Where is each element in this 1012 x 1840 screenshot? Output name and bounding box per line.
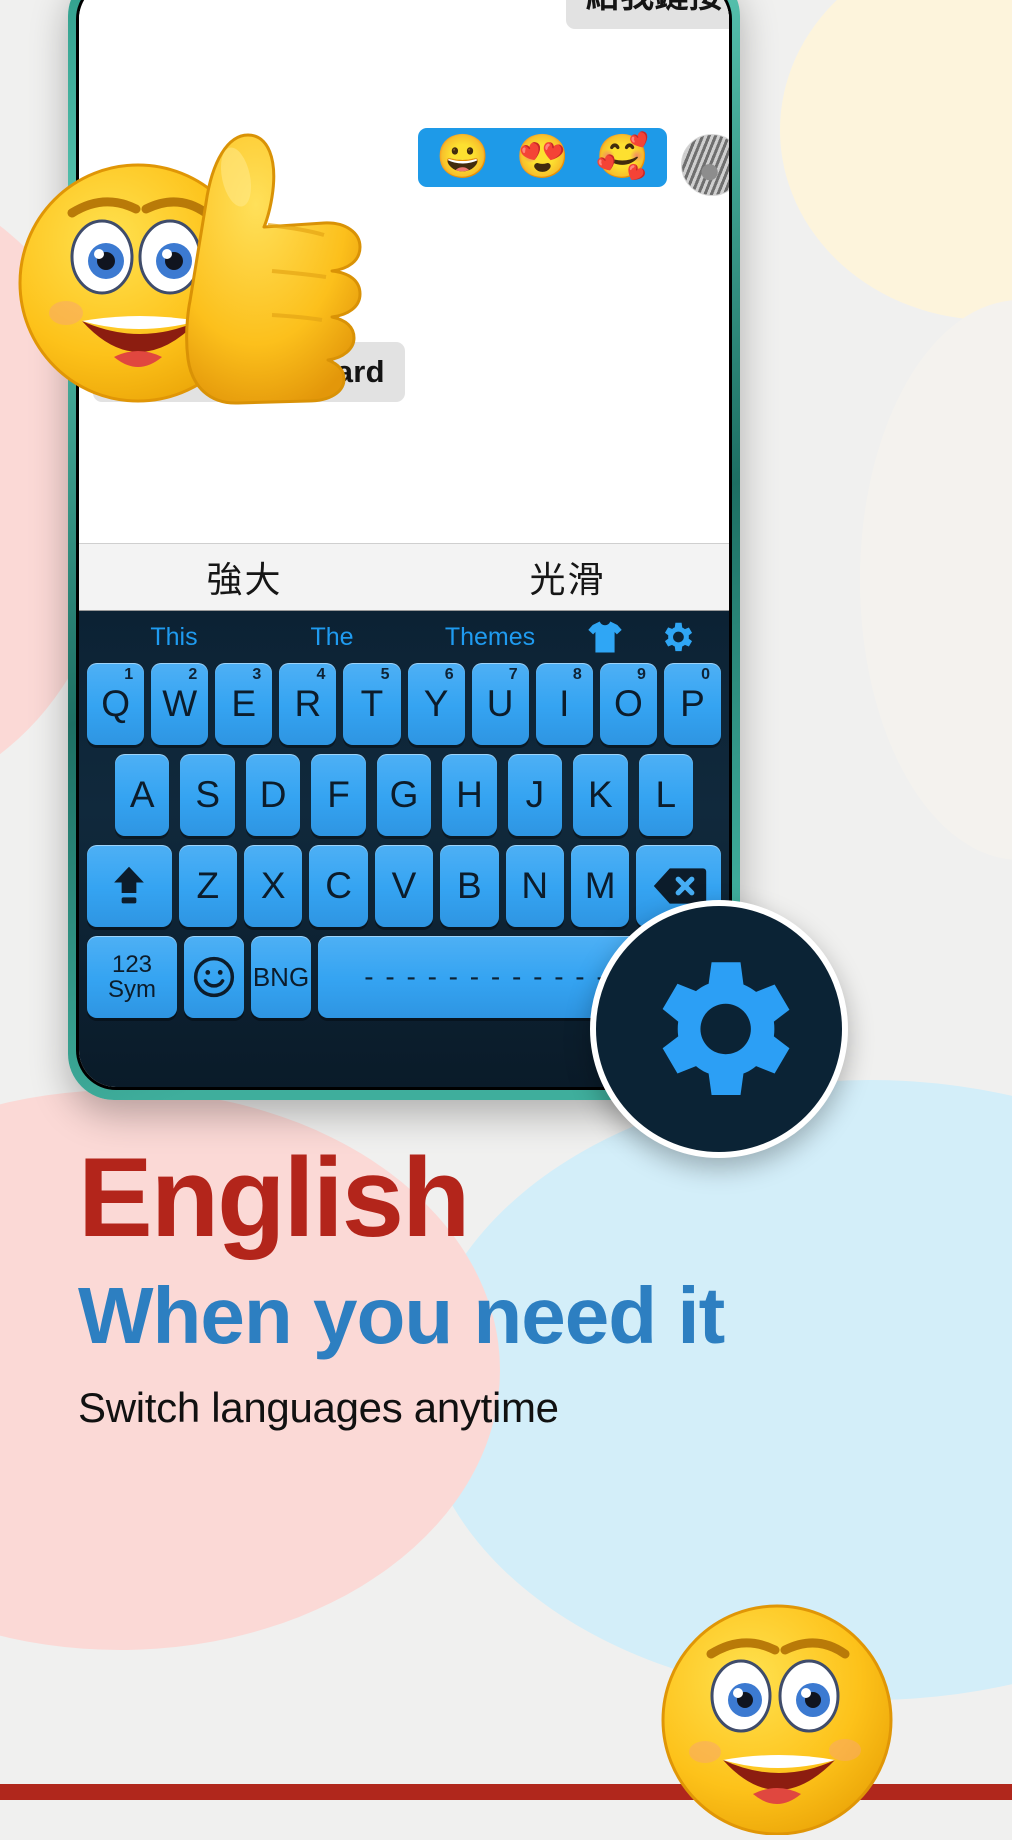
promo-copy: English When you need it Switch language…	[78, 1142, 938, 1432]
key-v[interactable]: V	[374, 845, 434, 927]
key-b[interactable]: B	[440, 845, 499, 927]
shift-icon	[114, 866, 145, 904]
key-h[interactable]: H	[442, 754, 497, 836]
key-label: E	[231, 683, 257, 724]
gear-icon	[662, 962, 790, 1096]
key-label: P	[680, 683, 705, 724]
key-e[interactable]: 3E	[215, 663, 273, 745]
key-t[interactable]: 5T	[343, 663, 401, 745]
key-sup-0: 0	[701, 666, 710, 683]
thumbs-up-emoji-mascot	[10, 85, 380, 430]
key-sup-5: 5	[380, 666, 390, 683]
key-y[interactable]: 6Y	[407, 663, 465, 745]
key-o[interactable]: 9O	[599, 663, 657, 745]
key-label: Q	[101, 683, 130, 724]
key-q[interactable]: 1Q	[87, 663, 145, 745]
heart-eyes-face-icon: 😍	[515, 133, 570, 181]
key-symbols-line2: Sym	[108, 976, 156, 1003]
key-s[interactable]: S	[180, 754, 235, 836]
settings-badge[interactable]	[590, 900, 848, 1158]
smiling-emoji-mascot	[645, 1570, 910, 1836]
key-sup-3: 3	[252, 666, 262, 683]
promo-headline-secondary: When you need it	[78, 1271, 725, 1360]
toolbar-word-1[interactable]: This	[95, 623, 253, 652]
key-w[interactable]: 2W	[151, 663, 209, 745]
avatar[interactable]	[681, 134, 729, 196]
toolbar-word-3[interactable]: Themes	[411, 623, 569, 652]
key-l[interactable]: L	[638, 754, 693, 836]
key-sup-1: 1	[124, 666, 134, 683]
key-sup-8: 8	[572, 666, 582, 683]
grinning-face-icon: 😀	[436, 133, 490, 181]
key-sup-2: 2	[188, 666, 198, 683]
suggestion-item-1[interactable]: 強大	[83, 551, 406, 603]
key-c[interactable]: C	[309, 845, 368, 927]
key-sup-6: 6	[444, 666, 454, 683]
keyboard-toolbar: This The Themes	[85, 611, 723, 663]
smiling-face-with-hearts-icon: 🥰	[595, 133, 649, 181]
backspace-icon	[653, 868, 706, 904]
chat-bubble-cn-link[interactable]: 給我鏈接	[565, 0, 729, 29]
key-label: R	[294, 683, 322, 724]
key-label: T	[360, 683, 384, 724]
keyboard-row-3: Z X C V B N M	[85, 845, 723, 927]
chat-message-row: 給我鏈接	[93, 0, 729, 29]
suggestion-item-2[interactable]: 光滑	[406, 551, 729, 603]
key-label: Y	[423, 683, 449, 724]
key-u[interactable]: 7U	[471, 663, 529, 745]
key-emoji[interactable]	[184, 936, 244, 1018]
key-r[interactable]: 4R	[279, 663, 337, 745]
keyboard-row-2: A S D F G H J K L	[85, 754, 723, 836]
key-symbols[interactable]: 123 Sym	[87, 936, 177, 1018]
key-j[interactable]: J	[507, 754, 563, 836]
promo-headline-primary: English	[78, 1135, 470, 1260]
blob-cream-top-right	[780, 0, 1012, 320]
key-f[interactable]: F	[311, 754, 366, 836]
key-sup-4: 4	[316, 666, 326, 683]
key-z[interactable]: Z	[178, 845, 238, 927]
key-sup-7: 7	[508, 666, 518, 683]
keyboard-row-1: 1Q 2W 3E 4R 5T 6Y 7U 8I 9O 0P	[85, 663, 723, 745]
promo-subline: Switch languages anytime	[78, 1384, 559, 1431]
key-label: W	[162, 683, 198, 724]
key-label: U	[486, 683, 514, 724]
key-m[interactable]: M	[570, 845, 630, 927]
key-symbols-line1: 123	[111, 950, 153, 978]
tshirt-icon[interactable]	[569, 620, 641, 654]
key-label: O	[613, 683, 643, 724]
blob-grey-right	[860, 300, 1012, 860]
suggestion-bar: 強大 光滑	[79, 543, 729, 611]
key-d[interactable]: D	[245, 754, 301, 836]
chat-bubble-emoji[interactable]: 😀 😍 🥰	[418, 128, 667, 187]
key-g[interactable]: G	[376, 754, 432, 836]
toolbar-word-2[interactable]: The	[253, 623, 411, 652]
key-shift[interactable]	[86, 845, 172, 927]
gear-icon[interactable]	[641, 618, 713, 656]
key-i[interactable]: 8I	[535, 663, 593, 745]
key-a[interactable]: A	[115, 754, 170, 836]
key-sup-9: 9	[636, 666, 646, 683]
key-p[interactable]: 0P	[663, 663, 721, 745]
key-language-bng[interactable]: BNG	[251, 936, 311, 1018]
key-k[interactable]: K	[573, 754, 628, 836]
emoji-smiley-icon	[193, 956, 235, 998]
key-n[interactable]: N	[505, 845, 564, 927]
key-label: I	[559, 683, 570, 724]
key-x[interactable]: X	[244, 845, 303, 927]
